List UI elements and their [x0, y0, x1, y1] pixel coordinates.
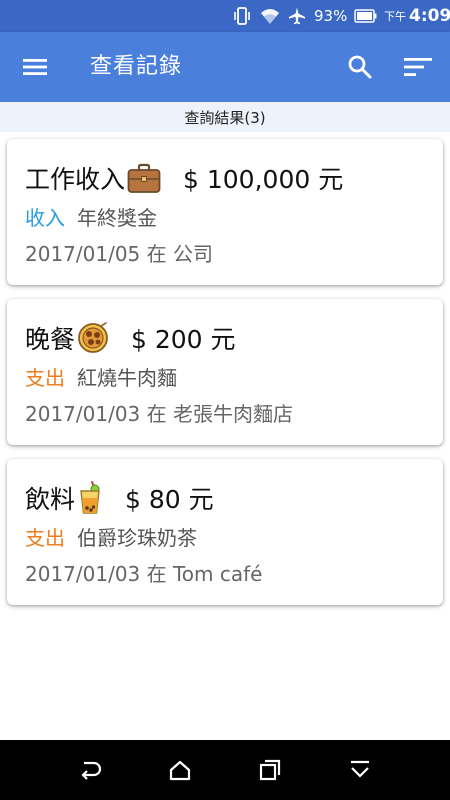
record-type: 收入	[25, 205, 65, 230]
status-bar: 93% 下午 4:09	[0, 0, 450, 32]
record-title: 飲料	[25, 485, 76, 514]
record-card[interactable]: 飲料 $ 80 元 支出 伯爵珍珠奶茶 2017/01/03 在 Tom caf…	[7, 459, 443, 605]
briefcase-icon	[127, 162, 161, 194]
record-amount: $ 100,000 元	[183, 165, 344, 194]
record-note: 紅燒牛肉麵	[77, 365, 177, 390]
record-date-place: 2017/01/03 在 Tom café	[25, 561, 263, 586]
navigation-bar	[0, 740, 450, 800]
meal-plate-icon	[77, 322, 109, 354]
record-note: 年終獎金	[77, 205, 157, 230]
clock: 4:09	[409, 6, 450, 26]
menu-icon[interactable]	[15, 32, 55, 102]
record-title: 晚餐	[25, 325, 76, 354]
drink-cup-icon	[77, 481, 103, 515]
record-date-place: 2017/01/03 在 老張牛肉麵店	[25, 401, 293, 426]
record-note: 伯爵珍珠奶茶	[77, 525, 197, 550]
wifi-icon	[259, 0, 281, 32]
battery-icon	[354, 0, 378, 32]
record-amount: $ 80 元	[125, 485, 214, 514]
back-icon[interactable]	[65, 740, 115, 800]
airplane-icon	[287, 0, 307, 32]
record-date-place: 2017/01/05 在 公司	[25, 241, 213, 266]
record-amount: $ 200 元	[131, 325, 236, 354]
battery-percent: 93%	[314, 7, 348, 25]
record-type: 支出	[25, 365, 65, 390]
search-icon[interactable]	[340, 32, 380, 102]
record-card[interactable]: 工作收入 $ 100,000 元 收入 年終獎金 2017/01/05 在 公司	[7, 139, 443, 285]
recent-apps-icon[interactable]	[245, 740, 295, 800]
time-ampm: 下午	[384, 10, 406, 23]
collapse-icon[interactable]	[335, 740, 385, 800]
sort-icon[interactable]	[398, 32, 438, 102]
app-bar: 查看記錄	[0, 32, 450, 102]
page-title: 查看記錄	[90, 54, 183, 79]
results-count: 查詢結果(3)	[0, 102, 450, 132]
record-card[interactable]: 晚餐 $ 200 元 支出 紅燒牛肉麵 2017/01/03 在 老張牛肉麵店	[7, 299, 443, 445]
record-type: 支出	[25, 525, 65, 550]
home-icon[interactable]	[155, 740, 205, 800]
vibrate-icon	[232, 0, 252, 32]
record-title: 工作收入	[25, 165, 126, 194]
